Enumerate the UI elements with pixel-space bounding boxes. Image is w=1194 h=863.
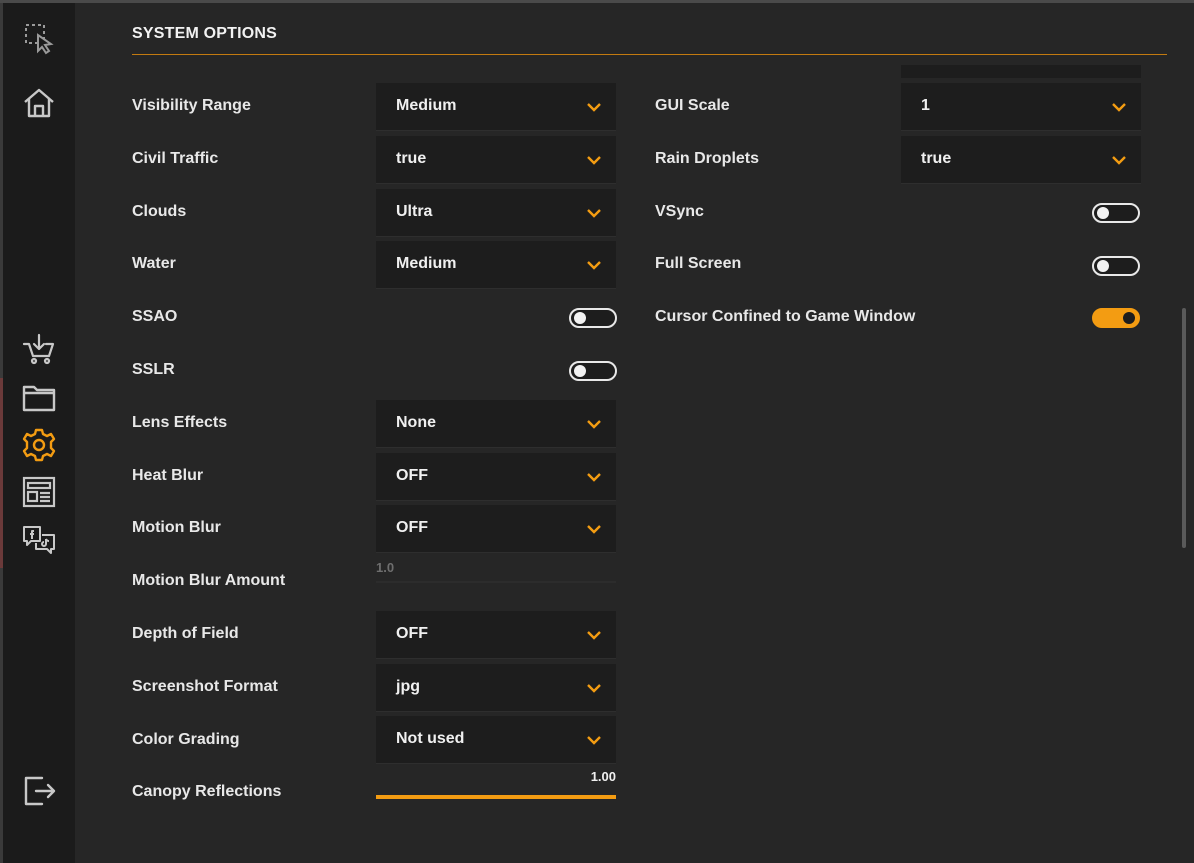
canopy-reflections-label: Canopy Reflections [132, 783, 282, 800]
depth-of-field-label: Depth of Field [132, 625, 239, 642]
chevron-down-icon [1112, 156, 1126, 165]
scrollbar[interactable] [1182, 308, 1186, 548]
chevron-down-icon [587, 156, 601, 165]
toggle-knob [1123, 312, 1135, 324]
clouds-label: Clouds [132, 203, 187, 220]
screenshot-format-label: Screenshot Format [132, 678, 278, 695]
chevron-down-icon [587, 209, 601, 218]
sidebar [3, 3, 75, 863]
civil-traffic-value: true [396, 150, 427, 167]
chevron-down-icon [587, 736, 601, 745]
gui-scale-dropdown[interactable]: 1 [901, 83, 1141, 131]
settings-panel: SYSTEM OPTIONS Visibility Range Medium C… [75, 3, 1194, 863]
visibility-range-label: Visibility Range [132, 97, 251, 114]
civil-traffic-label: Civil Traffic [132, 150, 219, 167]
full-screen-label: Full Screen [655, 255, 742, 272]
lens-effects-label: Lens Effects [132, 414, 228, 431]
motion-blur-value: OFF [396, 519, 428, 536]
screenshot-format-dropdown[interactable]: jpg [376, 664, 616, 712]
canopy-reflections-value: 1.00 [590, 769, 616, 784]
rain-droplets-value: true [921, 150, 952, 167]
chevron-down-icon [587, 631, 601, 640]
vsync-label: VSync [655, 203, 704, 220]
ssao-toggle[interactable] [569, 308, 617, 328]
cursor-confined-label: Cursor Confined to Game Window [655, 308, 916, 325]
heat-blur-label: Heat Blur [132, 467, 204, 484]
slider-fill [376, 795, 616, 799]
civil-traffic-dropdown[interactable]: true [376, 136, 616, 184]
chevron-down-icon [587, 525, 601, 534]
screenshot-format-value: jpg [396, 678, 420, 695]
toggle-knob [1097, 260, 1109, 272]
full-screen-toggle[interactable] [1092, 256, 1140, 276]
motion-blur-amount-label: Motion Blur Amount [132, 572, 286, 589]
sslr-label: SSLR [132, 361, 175, 378]
section-divider [132, 54, 1167, 55]
color-grading-label: Color Grading [132, 731, 240, 748]
ssao-label: SSAO [132, 308, 178, 325]
visibility-range-value: Medium [396, 97, 457, 114]
folder-icon[interactable] [21, 379, 57, 415]
toggle-knob [574, 365, 586, 377]
depth-of-field-dropdown[interactable]: OFF [376, 611, 616, 659]
clouds-dropdown[interactable]: Ultra [376, 189, 616, 237]
toggle-knob [574, 312, 586, 324]
motion-blur-label: Motion Blur [132, 519, 221, 536]
color-grading-dropdown[interactable]: Not used [376, 716, 616, 764]
water-dropdown[interactable]: Medium [376, 241, 616, 289]
canopy-reflections-slider[interactable]: 1.00 [376, 769, 616, 799]
motion-blur-dropdown[interactable]: OFF [376, 505, 616, 553]
depth-of-field-value: OFF [396, 625, 428, 642]
clouds-value: Ultra [396, 203, 433, 220]
chevron-down-icon [587, 103, 601, 112]
heat-blur-dropdown[interactable]: OFF [376, 453, 616, 501]
cart-download-icon[interactable] [21, 331, 57, 367]
home-icon[interactable] [21, 85, 57, 121]
partial-dropdown-above[interactable] [901, 65, 1141, 78]
sslr-toggle[interactable] [569, 361, 617, 381]
water-label: Water [132, 255, 176, 272]
cursor-confined-toggle[interactable] [1092, 308, 1140, 328]
chevron-down-icon [587, 684, 601, 693]
color-grading-value: Not used [396, 730, 465, 747]
chevron-down-icon [587, 261, 601, 270]
social-chat-icon[interactable] [21, 522, 57, 558]
chevron-down-icon [587, 420, 601, 429]
heat-blur-value: OFF [396, 467, 428, 484]
gear-icon[interactable] [21, 427, 57, 463]
logout-icon[interactable] [21, 773, 57, 809]
visibility-range-dropdown[interactable]: Medium [376, 83, 616, 131]
toggle-knob [1097, 207, 1109, 219]
vsync-toggle[interactable] [1092, 203, 1140, 223]
newspaper-icon[interactable] [21, 474, 57, 510]
water-value: Medium [396, 255, 457, 272]
gui-scale-label: GUI Scale [655, 97, 730, 114]
section-title: SYSTEM OPTIONS [132, 25, 278, 42]
select-cursor-icon[interactable] [21, 20, 57, 56]
chevron-down-icon [1112, 103, 1126, 112]
slider-track [376, 581, 616, 583]
lens-effects-dropdown[interactable]: None [376, 400, 616, 448]
rain-droplets-label: Rain Droplets [655, 150, 760, 167]
rain-droplets-dropdown[interactable]: true [901, 136, 1141, 184]
lens-effects-value: None [396, 414, 436, 431]
motion-blur-amount-slider[interactable]: 1.0 [376, 560, 616, 583]
chevron-down-icon [587, 473, 601, 482]
gui-scale-value: 1 [921, 97, 930, 114]
motion-blur-amount-value: 1.0 [376, 560, 395, 575]
